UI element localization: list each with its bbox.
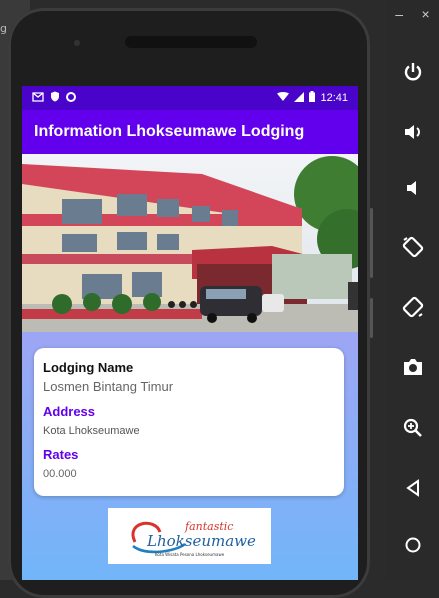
clock-time: 12:41 (320, 92, 348, 104)
power-icon[interactable] (398, 57, 428, 87)
slider-dot[interactable] (190, 301, 197, 308)
volume-up-icon[interactable] (398, 117, 428, 147)
gmail-icon (32, 91, 44, 105)
front-camera (74, 40, 80, 46)
hotel-image-slider[interactable] (22, 154, 358, 332)
rates-label: Rates (43, 447, 79, 462)
record-icon (66, 91, 76, 105)
close-button[interactable]: × (422, 6, 430, 22)
rates-value: 00.000 (43, 468, 77, 480)
earpiece-speaker (125, 36, 257, 48)
camera-icon[interactable] (398, 352, 428, 382)
lodging-name-label: Lodging Name (43, 360, 134, 375)
status-bar: 12:41 (22, 86, 358, 110)
lodging-info-card: Lodging Name Losmen Bintang Timur Addres… (34, 348, 344, 496)
battery-icon (309, 91, 316, 105)
address-value: Kota Lhokseumawe (43, 425, 140, 437)
power-key (370, 298, 373, 338)
back-icon[interactable] (398, 473, 428, 503)
zoom-icon[interactable] (398, 413, 428, 443)
volume-rocker (370, 208, 373, 278)
lodging-name-value: Losmen Bintang Timur (43, 379, 174, 394)
app-title: Information Lhokseumawe Lodging (34, 123, 305, 140)
volume-down-icon[interactable] (398, 173, 428, 203)
app-bar: Information Lhokseumawe Lodging (22, 110, 358, 154)
slider-page-indicator (168, 301, 197, 308)
slider-dot[interactable] (168, 301, 175, 308)
wifi-icon (277, 91, 290, 105)
rotate-right-icon[interactable] (398, 292, 428, 322)
cell-signal-icon (294, 91, 305, 105)
app-screen: 12:41 Information Lhokseumawe Lodging Lo… (22, 86, 358, 580)
slider-dot[interactable] (179, 301, 186, 308)
home-icon[interactable] (398, 530, 428, 560)
shield-icon (50, 91, 60, 105)
logo-graphic: fantastic Lhokseumawe Kota Wisata Pesona… (131, 520, 256, 557)
desktop-text: g (0, 22, 7, 35)
rotate-left-icon[interactable] (398, 232, 428, 262)
fantastic-lhokseumawe-logo: fantastic Lhokseumawe Kota Wisata Pesona… (108, 508, 271, 564)
svg-text:Lhokseumawe: Lhokseumawe (146, 532, 256, 550)
minimize-button[interactable]: – (395, 6, 403, 22)
svg-text:Kota Wisata Pesona Lhokseumawe: Kota Wisata Pesona Lhokseumawe (155, 552, 225, 557)
emulator-toolbar: – × (386, 0, 439, 580)
address-label: Address (43, 404, 96, 419)
